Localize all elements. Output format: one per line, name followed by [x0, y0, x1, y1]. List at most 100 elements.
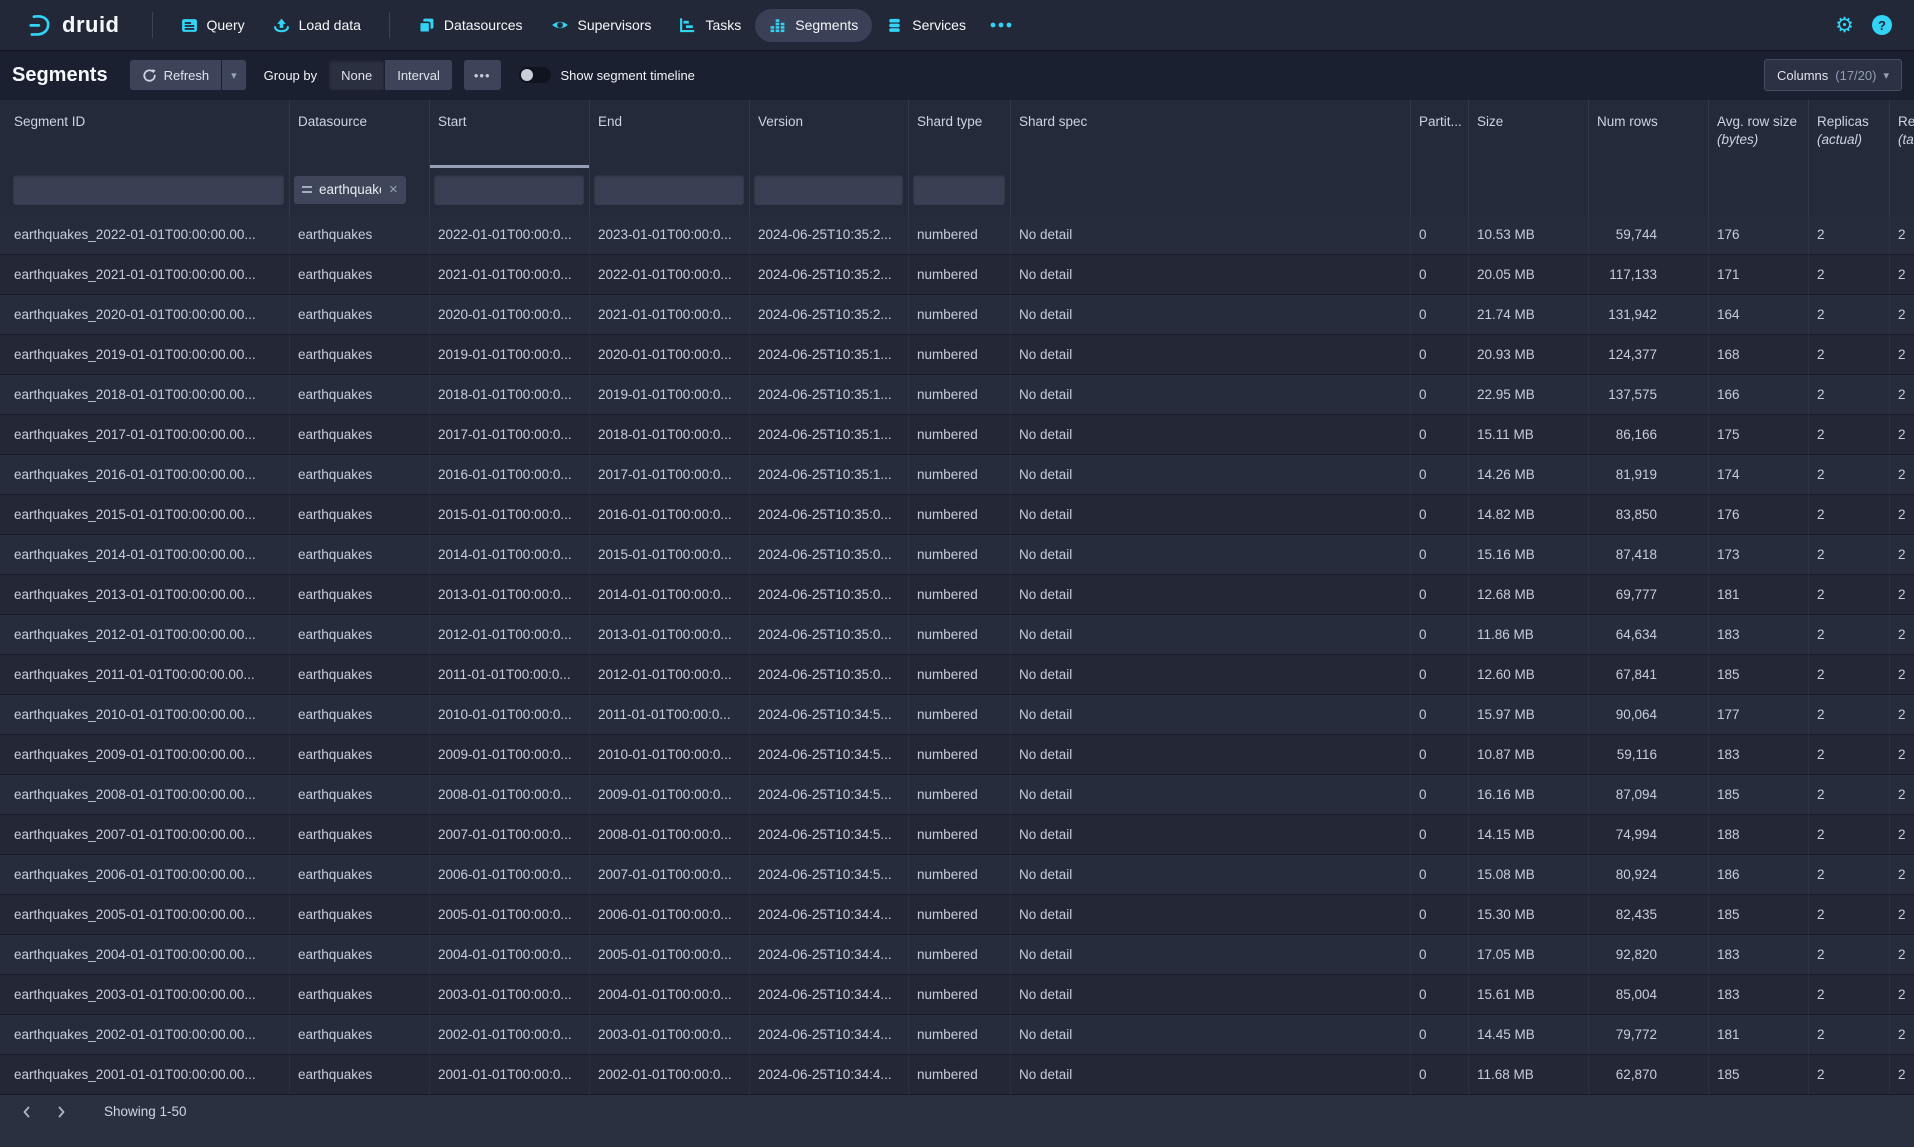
refresh-button[interactable]: Refresh [130, 60, 222, 90]
more-actions-button[interactable]: ••• [464, 60, 501, 90]
segment-timeline-toggle[interactable] [519, 67, 551, 83]
previous-page-button[interactable] [12, 1099, 42, 1125]
cell-value: 2020-01-01T00:00:0... [598, 347, 732, 362]
cell-segment_id[interactable]: earthquakes_2020-01-01T00:00:00.00... [0, 295, 290, 334]
cell-segment_id[interactable]: earthquakes_2012-01-01T00:00:00.00... [0, 615, 290, 654]
column-label: Shard type [917, 113, 1004, 131]
column-header-replication_factor[interactable]: Replication factor(target) [1890, 100, 1914, 168]
column-header-avg_row_size[interactable]: Avg. row size(bytes) [1709, 100, 1809, 168]
cell-segment_id[interactable]: earthquakes_2007-01-01T00:00:00.00... [0, 815, 290, 854]
cell-segment_id[interactable]: earthquakes_2017-01-01T00:00:00.00... [0, 415, 290, 454]
cell-value: 12.60 MB [1477, 667, 1535, 682]
cell-value: 2007-01-01T00:00:0... [598, 867, 732, 882]
cell-replication_factor: 2 [1890, 575, 1914, 614]
table-row: earthquakes_2015-01-01T00:00:00.00...ear… [0, 495, 1914, 535]
remove-filter-icon[interactable]: × [388, 181, 398, 198]
nav-item-services[interactable]: Services [872, 9, 980, 42]
nav-item-segments[interactable]: Segments [755, 9, 872, 42]
cell-shard_spec: No detail [1011, 575, 1411, 614]
nav-item-query[interactable]: Query [167, 9, 259, 42]
cell-shard_spec: No detail [1011, 895, 1411, 934]
cell-segment_id[interactable]: earthquakes_2005-01-01T00:00:00.00... [0, 895, 290, 934]
cell-value: numbered [917, 267, 978, 282]
column-header-start[interactable]: Start [430, 100, 590, 168]
filter-input-end[interactable] [594, 175, 744, 205]
column-header-size[interactable]: Size [1469, 100, 1589, 168]
cell-value: earthquakes [298, 307, 372, 322]
column-header-replicas[interactable]: Replicas(actual) [1809, 100, 1890, 168]
column-header-segment_id[interactable]: Segment ID [0, 100, 290, 168]
filter-input-shard_type[interactable] [913, 175, 1005, 205]
cell-segment_id[interactable]: earthquakes_2016-01-01T00:00:00.00... [0, 455, 290, 494]
column-header-shard_spec[interactable]: Shard spec [1011, 100, 1411, 168]
nav-item-datasources[interactable]: Datasources [404, 9, 537, 42]
cell-value: numbered [917, 827, 978, 842]
filter-input-start[interactable] [434, 175, 584, 205]
cell-segment_id[interactable]: earthquakes_2004-01-01T00:00:00.00... [0, 935, 290, 974]
cell-value: 2 [1817, 667, 1825, 682]
datasource-filter-tag[interactable]: earthquake× [294, 176, 406, 204]
column-header-partition[interactable]: Partit... [1411, 100, 1469, 168]
nav-item-tasks[interactable]: Tasks [665, 9, 755, 42]
cell-segment_id[interactable]: earthquakes_2010-01-01T00:00:00.00... [0, 695, 290, 734]
cell-value: 137,575 [1597, 387, 1657, 402]
settings-gear-icon[interactable]: ⚙ [1835, 15, 1854, 36]
help-icon[interactable]: ? [1872, 15, 1892, 35]
nav-more-button[interactable] [980, 13, 1022, 37]
cell-shard_type: numbered [909, 335, 1011, 374]
cell-value: 2018-01-01T00:00:0... [598, 427, 732, 442]
column-header-datasource[interactable]: Datasource [290, 100, 430, 168]
nav-item-load-data[interactable]: Load data [259, 9, 375, 42]
cell-datasource: earthquakes [290, 575, 430, 614]
cell-segment_id[interactable]: earthquakes_2002-01-01T00:00:00.00... [0, 1015, 290, 1054]
cell-value: 2005-01-01T00:00:0... [598, 947, 732, 962]
cell-segment_id[interactable]: earthquakes_2022-01-01T00:00:00.00... [0, 215, 290, 254]
cell-value: 2013-01-01T00:00:0... [438, 587, 572, 602]
filter-cell-replication_factor [1890, 168, 1914, 215]
cell-start: 2008-01-01T00:00:0... [430, 775, 590, 814]
group-by-interval-button[interactable]: Interval [385, 60, 452, 90]
cell-segment_id[interactable]: earthquakes_2001-01-01T00:00:00.00... [0, 1055, 290, 1094]
cell-segment_id[interactable]: earthquakes_2015-01-01T00:00:00.00... [0, 495, 290, 534]
cell-datasource: earthquakes [290, 615, 430, 654]
columns-button[interactable]: Columns (17/20) ▾ [1764, 59, 1902, 91]
refresh-dropdown-button[interactable]: ▾ [222, 60, 246, 90]
cell-partition: 0 [1411, 695, 1469, 734]
cell-segment_id[interactable]: earthquakes_2018-01-01T00:00:00.00... [0, 375, 290, 414]
cell-segment_id[interactable]: earthquakes_2021-01-01T00:00:00.00... [0, 255, 290, 294]
nav-item-supervisors[interactable]: Supervisors [537, 8, 666, 42]
cell-replicas: 2 [1809, 1015, 1890, 1054]
column-header-shard_type[interactable]: Shard type [909, 100, 1011, 168]
group-by-none-button[interactable]: None [329, 60, 385, 90]
cell-segment_id[interactable]: earthquakes_2008-01-01T00:00:00.00... [0, 775, 290, 814]
column-header-end[interactable]: End [590, 100, 750, 168]
filter-input-version[interactable] [754, 175, 903, 205]
cell-replication_factor: 2 [1890, 1055, 1914, 1094]
cell-replicas: 2 [1809, 895, 1890, 934]
column-header-version[interactable]: Version [750, 100, 909, 168]
filter-input-segment_id[interactable] [13, 175, 284, 205]
cell-value: 59,116 [1597, 747, 1657, 762]
cell-end: 2015-01-01T00:00:0... [590, 535, 750, 574]
cell-segment_id[interactable]: earthquakes_2003-01-01T00:00:00.00... [0, 975, 290, 1014]
filter-cell-shard_spec [1011, 168, 1411, 215]
druid-logo[interactable]: druid [0, 12, 138, 39]
cell-segment_id[interactable]: earthquakes_2011-01-01T00:00:00.00... [0, 655, 290, 694]
cell-replicas: 2 [1809, 815, 1890, 854]
cell-segment_id[interactable]: earthquakes_2014-01-01T00:00:00.00... [0, 535, 290, 574]
supervisors-icon [551, 16, 569, 34]
cell-shard_spec: No detail [1011, 855, 1411, 894]
cell-segment_id[interactable]: earthquakes_2019-01-01T00:00:00.00... [0, 335, 290, 374]
cell-value: 0 [1419, 747, 1427, 762]
cell-start: 2021-01-01T00:00:0... [430, 255, 590, 294]
cell-value: earthquakes [298, 947, 372, 962]
cell-segment_id[interactable]: earthquakes_2013-01-01T00:00:00.00... [0, 575, 290, 614]
cell-segment_id[interactable]: earthquakes_2009-01-01T00:00:00.00... [0, 735, 290, 774]
cell-segment_id[interactable]: earthquakes_2006-01-01T00:00:00.00... [0, 855, 290, 894]
cell-value: 2011-01-01T00:00:0... [438, 667, 571, 682]
cell-start: 2009-01-01T00:00:0... [430, 735, 590, 774]
cell-version: 2024-06-25T10:34:4... [750, 1055, 909, 1094]
next-page-button[interactable] [46, 1099, 76, 1125]
cell-avg_row_size: 175 [1709, 415, 1809, 454]
column-header-num_rows[interactable]: Num rows [1589, 100, 1709, 168]
